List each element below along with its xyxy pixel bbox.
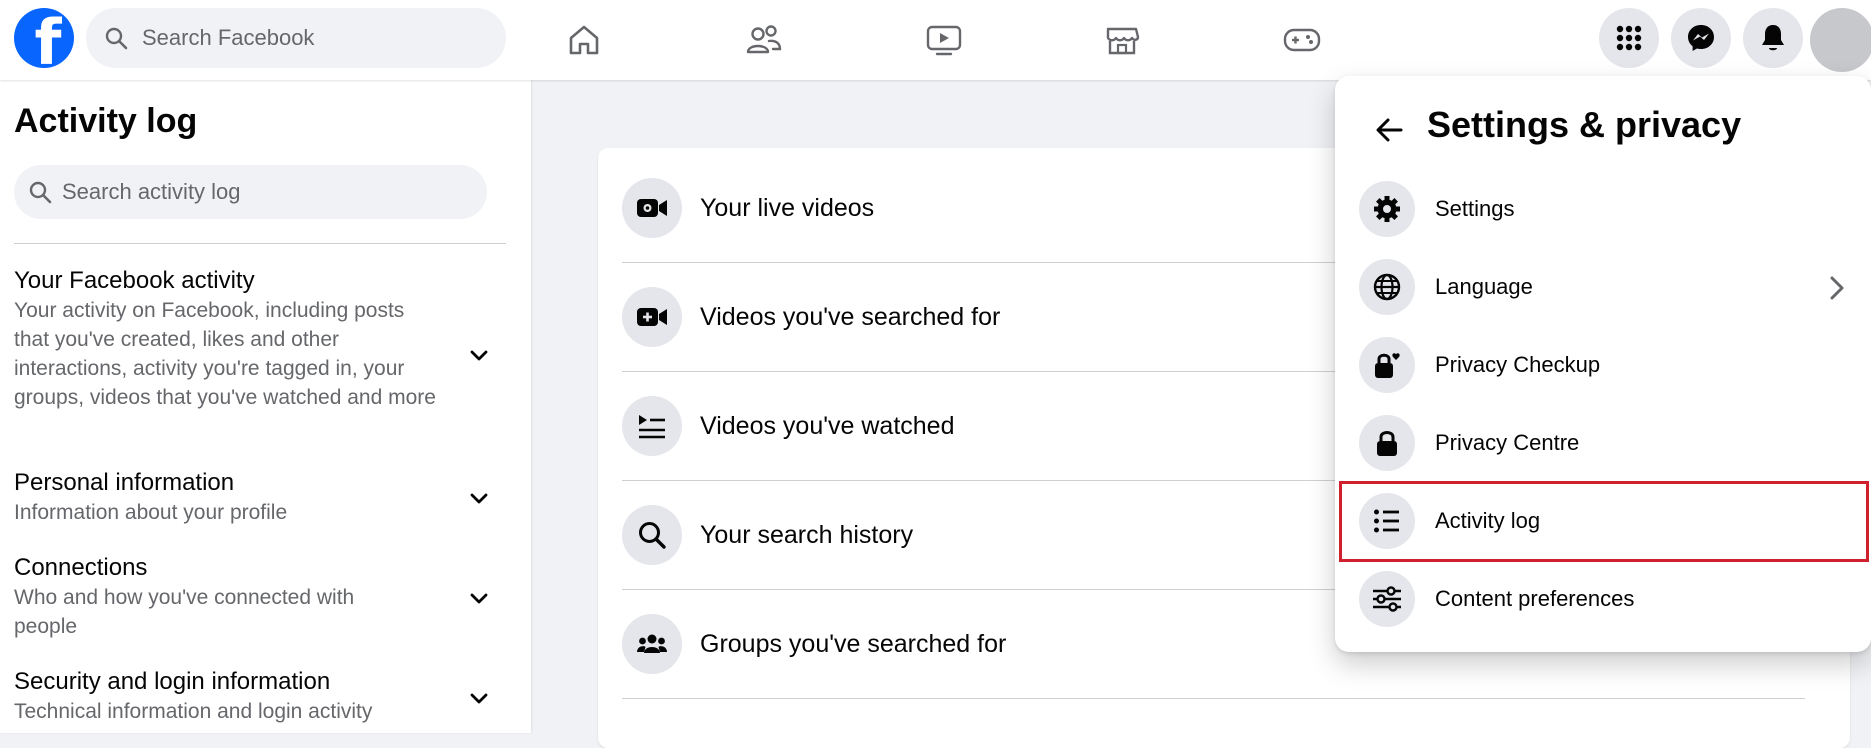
list-item-label: Your live videos <box>700 193 875 222</box>
facebook-logo[interactable]: f <box>14 8 74 68</box>
menu-title: Settings & privacy <box>1427 104 1742 145</box>
chevron-down-icon[interactable] <box>468 344 490 366</box>
list-icon <box>1359 493 1415 549</box>
list-item-label: Videos you've watched <box>700 411 955 440</box>
video-list-icon <box>622 396 682 456</box>
menu-item-label: Activity log <box>1435 508 1541 533</box>
chevron-right-icon <box>1827 275 1847 301</box>
section-description: Your activity on Facebook, including pos… <box>14 299 436 409</box>
search-placeholder: Search Facebook <box>142 25 315 50</box>
section-description: Who and how you've connected with people <box>14 586 355 638</box>
list-item-label: Your search history <box>700 520 914 549</box>
section-description: Information about your profile <box>14 501 288 524</box>
menu-item-activity-log[interactable]: Activity log <box>1359 489 1859 553</box>
section-title: Connections <box>14 554 148 581</box>
messenger-icon <box>1686 23 1716 53</box>
lock-icon <box>1359 415 1415 471</box>
list-item-label: Videos you've searched for <box>700 302 1001 331</box>
friends-icon[interactable] <box>738 14 790 66</box>
menu-item-label: Settings <box>1435 196 1515 221</box>
top-navigation-bar: f Search Facebook <box>0 0 1871 80</box>
menu-item-language[interactable]: Language <box>1359 255 1859 319</box>
menu-grid-button[interactable] <box>1599 8 1659 68</box>
menu-item-label: Language <box>1435 274 1533 299</box>
menu-item-label: Privacy Centre <box>1435 430 1580 455</box>
chevron-down-icon[interactable] <box>468 587 490 609</box>
search-icon <box>28 180 52 204</box>
facebook-logo-glyph: f <box>34 8 62 69</box>
video-add-icon <box>622 287 682 347</box>
list-item-label: Groups you've searched for <box>700 629 1007 658</box>
menu-item-privacy-checkup[interactable]: Privacy Checkup <box>1359 333 1859 397</box>
home-icon[interactable] <box>558 14 610 66</box>
menu-item-settings[interactable]: Settings <box>1359 177 1859 241</box>
lock-heart-icon <box>1359 337 1415 393</box>
live-video-icon <box>622 178 682 238</box>
menu-item-privacy-centre[interactable]: Privacy Centre <box>1359 411 1859 475</box>
section-personal-information[interactable]: Personal information Information about y… <box>14 468 444 527</box>
section-your-facebook-activity[interactable]: Your Facebook activity Your activity on … <box>14 266 444 412</box>
section-security-and-login[interactable]: Security and login information Technical… <box>14 667 444 726</box>
menu-item-label: Privacy Checkup <box>1435 352 1601 377</box>
search-icon <box>622 505 682 565</box>
gaming-icon[interactable] <box>1276 14 1328 66</box>
page-title: Activity log <box>14 102 198 140</box>
gear-icon <box>1359 181 1415 237</box>
chevron-down-icon[interactable] <box>468 487 490 509</box>
video-icon[interactable] <box>918 14 970 66</box>
notifications-button[interactable] <box>1743 8 1803 68</box>
menu-item-label: Content preferences <box>1435 586 1635 611</box>
sliders-icon <box>1359 571 1415 627</box>
search-placeholder: Search activity log <box>62 179 241 204</box>
activity-log-search-input[interactable]: Search activity log <box>14 165 487 219</box>
section-title: Personal information <box>14 469 235 496</box>
notifications-icon <box>1759 23 1787 53</box>
section-title: Your Facebook activity <box>14 267 255 294</box>
groups-icon <box>622 614 682 674</box>
menu-item-content-preferences[interactable]: Content preferences <box>1359 567 1859 631</box>
globe-icon <box>1359 259 1415 315</box>
menu-grid-icon <box>1615 24 1643 52</box>
settings-privacy-menu: Settings & privacy Settings Language Pri… <box>1335 76 1871 652</box>
facebook-search-input[interactable]: Search Facebook <box>86 8 506 68</box>
section-connections[interactable]: Connections Who and how you've connected… <box>14 553 444 641</box>
section-description: Technical information and login activity <box>14 700 373 723</box>
back-arrow-icon[interactable] <box>1371 112 1407 148</box>
divider <box>14 243 506 244</box>
account-avatar[interactable] <box>1810 8 1871 72</box>
search-icon <box>104 26 128 50</box>
messenger-button[interactable] <box>1671 8 1731 68</box>
activity-log-sidebar: Activity log Search activity log Your Fa… <box>0 80 531 733</box>
chevron-down-icon[interactable] <box>468 687 490 709</box>
marketplace-icon[interactable] <box>1096 14 1148 66</box>
section-title: Security and login information <box>14 668 331 695</box>
